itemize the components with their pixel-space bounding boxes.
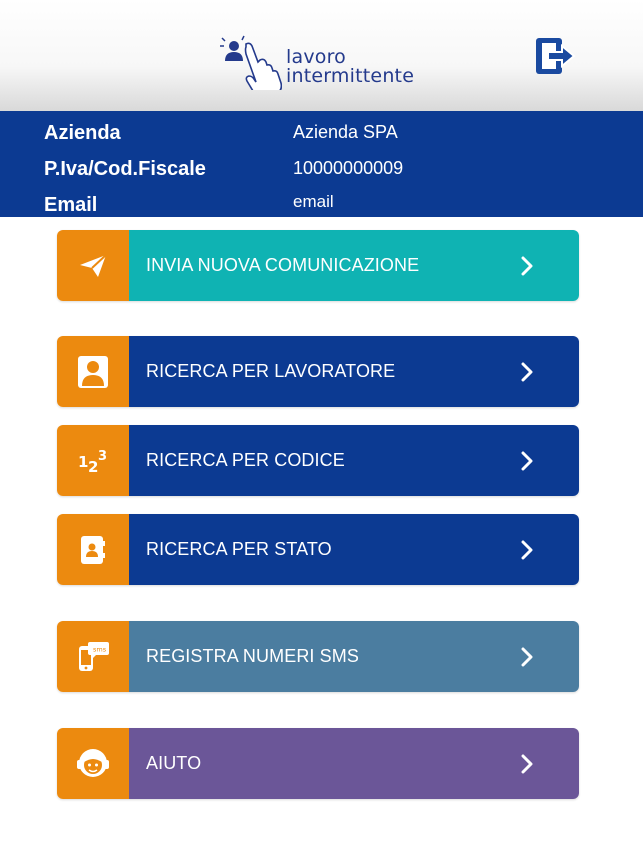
btn-body: RICERCA PER LAVORATORE — [129, 336, 579, 407]
numbers-123-icon: 1 2 3 — [78, 449, 107, 475]
btn-icon-box: 1 2 3 — [57, 425, 129, 496]
btn-body: RICERCA PER CODICE — [129, 425, 579, 496]
svg-text:1: 1 — [78, 453, 88, 471]
btn-label: REGISTRA NUMERI SMS — [146, 646, 359, 666]
company-name-value: Azienda SPA — [293, 122, 398, 142]
email-value: email — [293, 192, 334, 211]
chevron-right-icon — [521, 362, 533, 382]
btn-icon-box — [57, 230, 129, 301]
search-by-worker-button[interactable]: RICERCA PER LAVORATORE — [57, 336, 579, 407]
user-icon — [78, 355, 108, 388]
btn-body: INVIA NUOVA COMUNICAZIONE — [129, 230, 579, 301]
help-button[interactable]: AIUTO — [57, 728, 579, 799]
svg-text:sms: sms — [93, 645, 107, 653]
email-label: Email — [44, 194, 98, 216]
svg-text:3: 3 — [98, 449, 107, 464]
svg-text:2: 2 — [88, 458, 98, 475]
logo-line-2: intermittente — [286, 65, 415, 87]
address-book-icon — [81, 535, 105, 564]
btn-label: RICERCA PER LAVORATORE — [146, 361, 396, 381]
btn-label: RICERCA PER CODICE — [146, 450, 345, 470]
btn-label: RICERCA PER STATO — [146, 539, 332, 559]
vat-code-label: P.Iva/Cod.Fiscale — [44, 158, 206, 180]
send-communication-button[interactable]: INVIA NUOVA COMUNICAZIONE — [57, 230, 579, 301]
btn-body: REGISTRA NUMERI SMS — [129, 621, 579, 692]
search-by-code-button[interactable]: 1 2 3 RICERCA PER CODICE — [57, 425, 579, 496]
btn-body: RICERCA PER STATO — [129, 514, 579, 585]
btn-icon-box — [57, 514, 129, 585]
app-logo: lavoro intermittente — [216, 34, 431, 90]
company-name-label: Azienda — [44, 122, 121, 144]
sms-phone-icon: sms — [79, 641, 109, 671]
btn-label: AIUTO — [146, 753, 202, 773]
vat-code-value: 10000000009 — [293, 158, 404, 178]
btn-icon-box: sms — [57, 621, 129, 692]
chevron-right-icon — [521, 647, 533, 667]
logout-icon — [536, 38, 576, 74]
paper-plane-icon — [80, 253, 107, 277]
company-info-panel: Azienda Azienda SPA P.Iva/Cod.Fiscale 10… — [0, 111, 643, 217]
btn-label: INVIA NUOVA COMUNICAZIONE — [146, 255, 420, 275]
support-agent-icon — [77, 748, 109, 777]
chevron-right-icon — [521, 540, 533, 560]
search-by-status-button[interactable]: RICERCA PER STATO — [57, 514, 579, 585]
btn-body: AIUTO — [129, 728, 579, 799]
register-sms-numbers-button[interactable]: sms REGISTRA NUMERI SMS — [57, 621, 579, 692]
btn-icon-box — [57, 728, 129, 799]
app-header: lavoro intermittente — [0, 0, 643, 111]
logout-button[interactable] — [534, 36, 578, 76]
hand-touch-icon — [220, 35, 282, 90]
btn-icon-box — [57, 336, 129, 407]
chevron-right-icon — [521, 451, 533, 471]
chevron-right-icon — [521, 754, 533, 774]
chevron-right-icon — [521, 256, 533, 276]
